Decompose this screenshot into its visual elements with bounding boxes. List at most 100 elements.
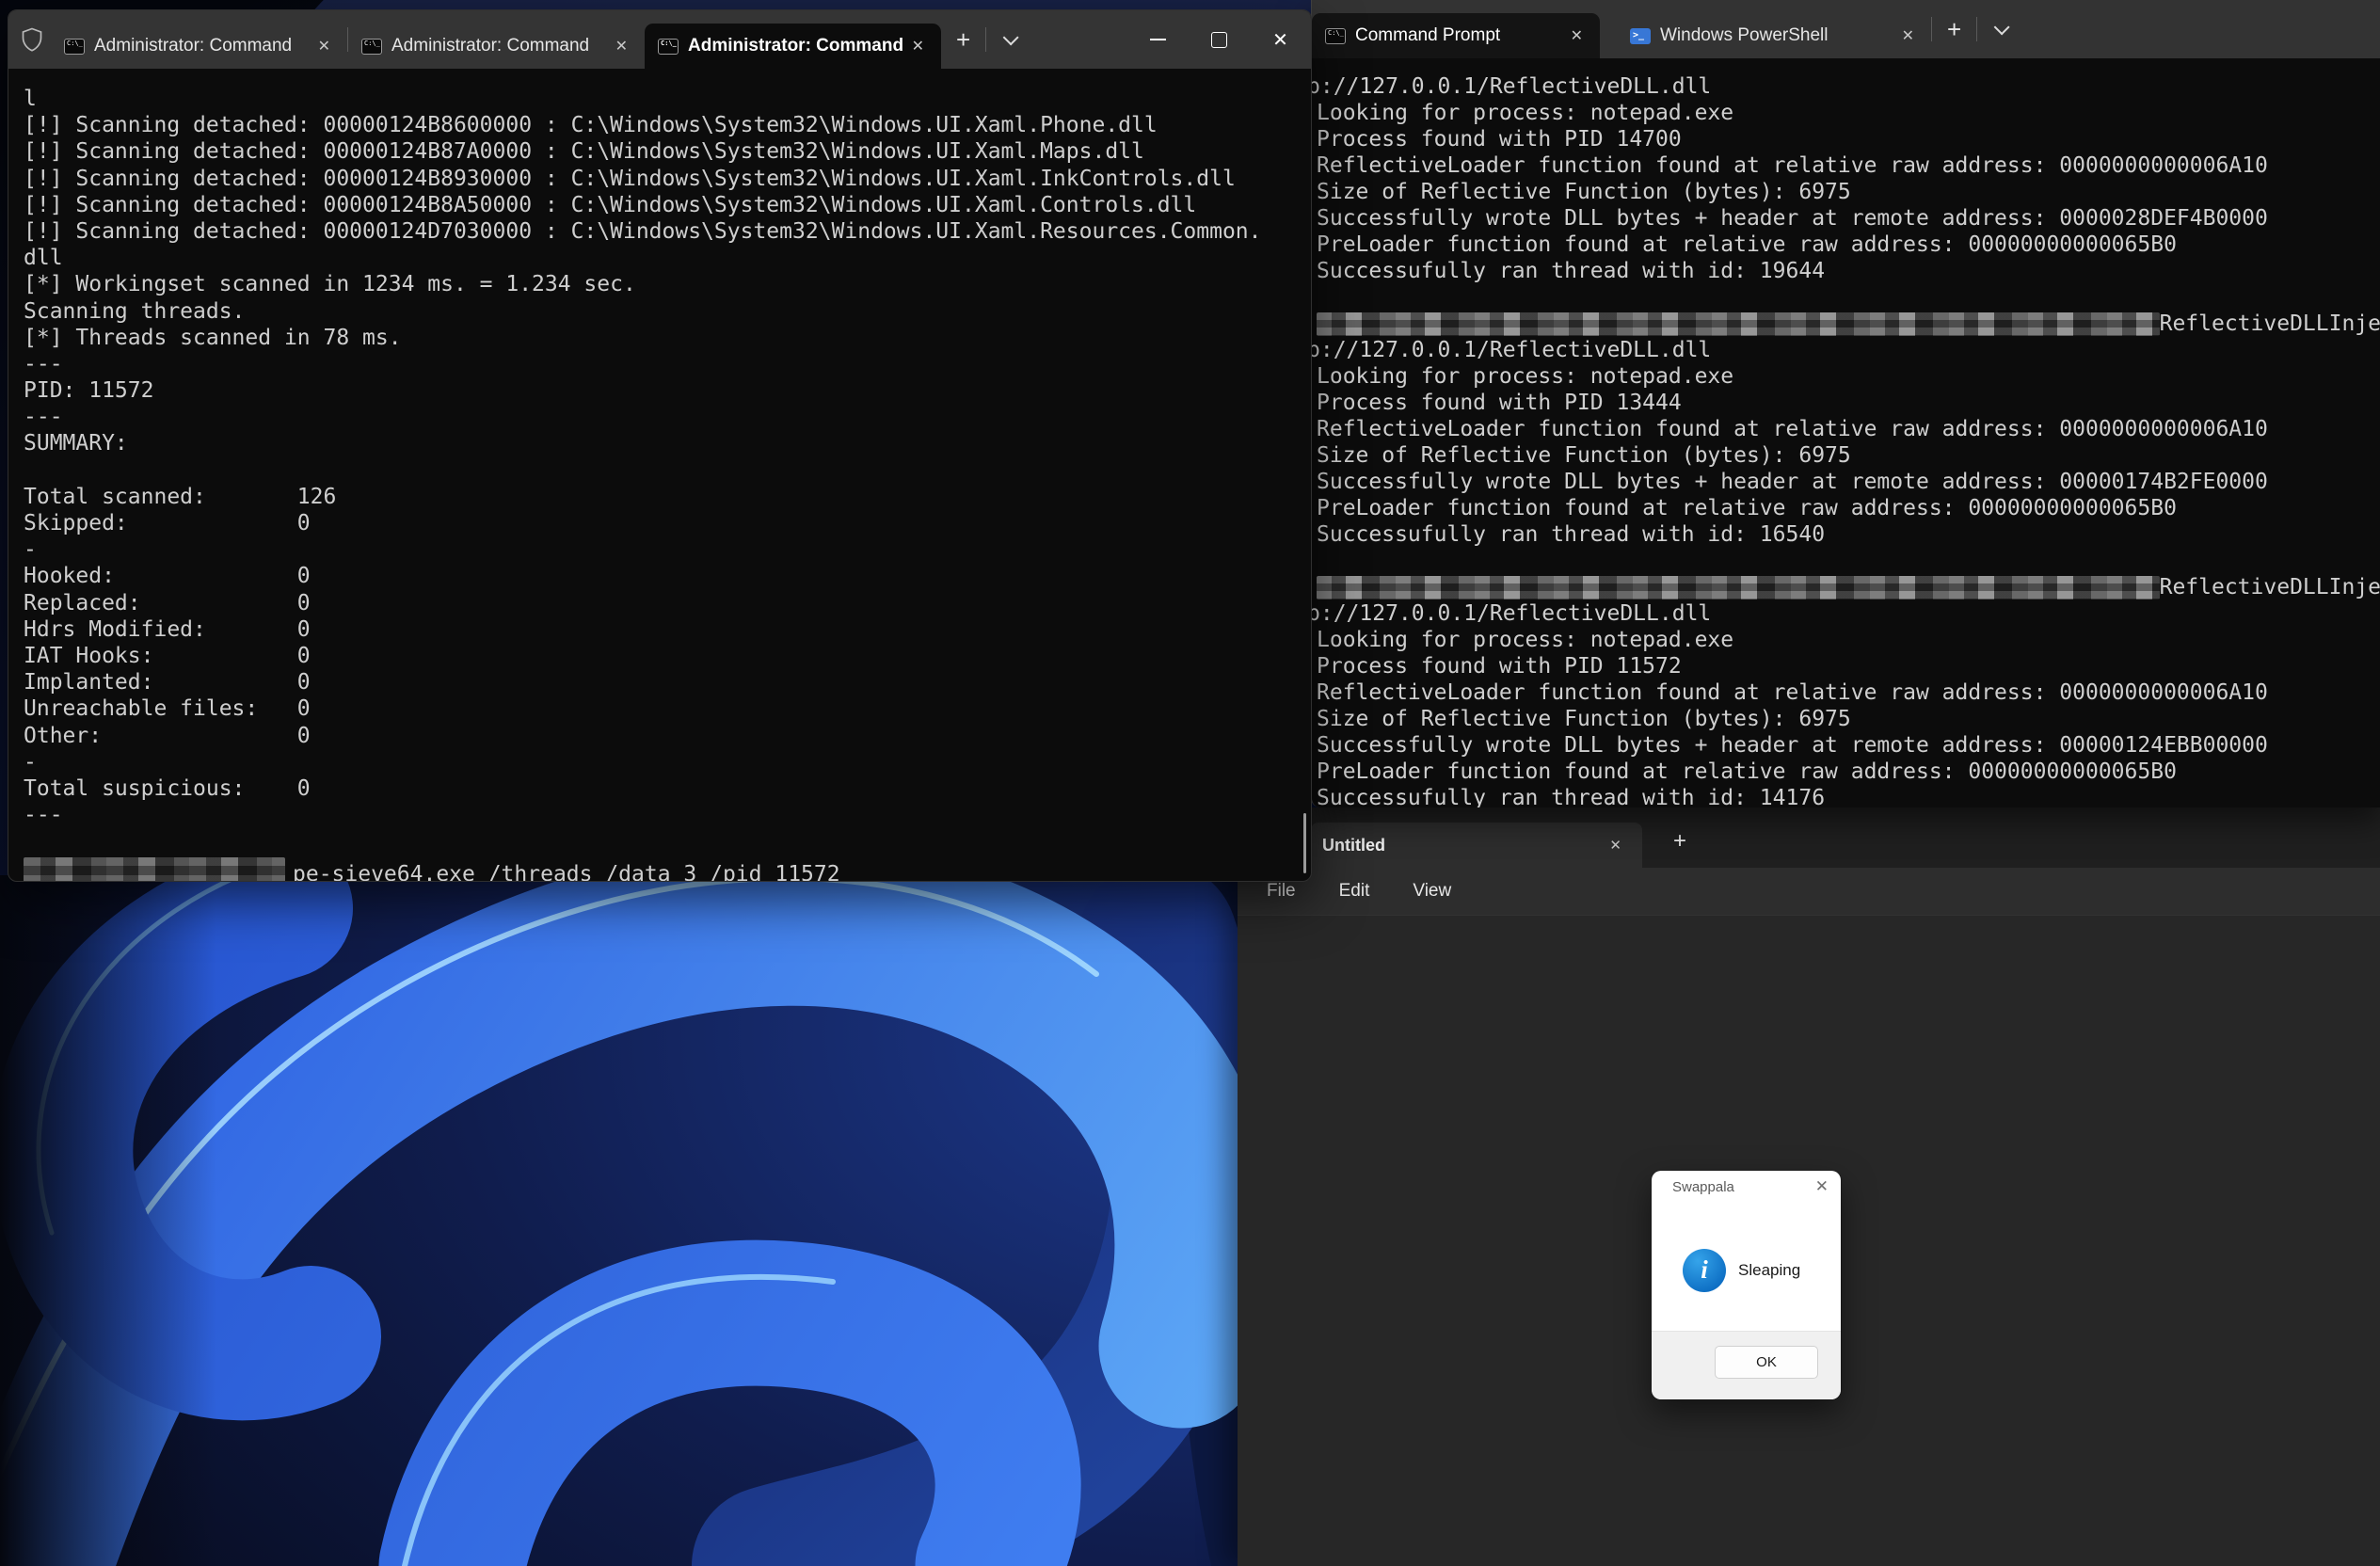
tab-admin-command-3[interactable]: C:\_ Administrator: Command ✕ — [645, 24, 941, 69]
terminal-line-right: ReflectiveDLLInje — [2159, 575, 2380, 599]
desktop: Untitled ✕ + File Edit View C:\_ Command… — [0, 0, 2380, 1566]
terminal-line: [!] Scanning detached: 00000124D7030000 … — [24, 218, 1262, 244]
terminal-line: l — [24, 87, 37, 111]
menu-file[interactable]: File — [1267, 881, 1296, 902]
cmd-icon: C:\_ — [1325, 27, 1346, 44]
terminal-line: Successfully wrote DLL bytes + header at… — [1317, 733, 2268, 758]
terminal-line: Process found with PID 14700 — [1317, 127, 1682, 152]
terminal-line: Skipped: 0 — [24, 511, 311, 535]
terminal-line: Total scanned: 126 — [24, 484, 337, 509]
maximize-button[interactable] — [1189, 10, 1250, 69]
cmd-icon: C:\_ — [361, 38, 382, 55]
left-terminal-window: C:\_ Administrator: Command ✕ C:\_ Admin… — [8, 9, 1312, 882]
tab-label: Administrator: Command — [94, 36, 293, 56]
terminal-line: Successfully wrote DLL bytes + header at… — [1317, 470, 2268, 494]
ok-button[interactable]: OK — [1715, 1346, 1818, 1379]
tab-close-icon[interactable]: ✕ — [1894, 24, 1922, 47]
terminal-line: --- — [24, 351, 63, 376]
dialog-footer: OK — [1652, 1331, 1841, 1399]
minimize-icon — [1150, 39, 1166, 40]
notepad-tab-untitled[interactable]: Untitled ✕ — [1311, 823, 1642, 868]
close-button[interactable]: ✕ — [1250, 10, 1311, 69]
terminal-line: PID: 11572 — [24, 378, 154, 404]
terminal-line: Looking for process: notepad.exe — [1317, 364, 1734, 389]
terminal-scrollbar[interactable] — [1303, 813, 1306, 873]
terminal-line: PreLoader function found at relative raw… — [1317, 759, 2177, 784]
terminal-line: Looking for process: notepad.exe — [1317, 628, 1734, 652]
terminal-line: dll — [24, 246, 63, 271]
dialog-close-icon[interactable]: ✕ — [1815, 1177, 1829, 1196]
left-terminal-output[interactable]: l [!] Scanning detached: 00000124B8600000… — [8, 69, 1311, 881]
menu-edit[interactable]: Edit — [1339, 881, 1370, 902]
chevron-down-icon[interactable] — [1993, 19, 2010, 36]
info-icon: i — [1683, 1249, 1726, 1292]
terminal-prompt-line: pe-sieve64.exe /threads /data 3 /pid 115… — [24, 856, 1311, 881]
right-terminal-tab-bar: C:\_ Command Prompt ✕ >_ Windows PowerSh… — [1312, 0, 2380, 58]
tab-close-icon[interactable]: ✕ — [1602, 835, 1629, 855]
admin-shield-icon — [22, 27, 42, 52]
notepad-new-tab-button[interactable]: + — [1663, 828, 1697, 855]
terminal-line: [*] Threads scanned in 78 ms. — [24, 325, 402, 350]
dialog-title-bar[interactable]: Swappala ✕ — [1652, 1171, 1841, 1206]
menu-view[interactable]: View — [1413, 881, 1451, 902]
terminal-line: ReflectiveLoader function found at relat… — [1317, 153, 2268, 178]
terminal-line: [!] Scanning detached: 00000124B8600000 … — [24, 113, 1158, 138]
terminal-line-right: ReflectiveDLLInje — [2159, 312, 2380, 336]
tab-windows-powershell[interactable]: >_ Windows PowerShell ✕ — [1617, 13, 1931, 58]
terminal-line: Size of Reflective Function (bytes): 697… — [1317, 443, 1851, 468]
redacted-blur — [1317, 312, 2160, 336]
notepad-tab-bar: Untitled ✕ + — [1238, 807, 2380, 868]
terminal-line: Process found with PID 13444 — [1317, 391, 1682, 415]
terminal-line: p://127.0.0.1/ReflectiveDLL.dll — [1312, 601, 1712, 626]
terminal-line: SUMMARY: — [24, 431, 128, 456]
tab-admin-command-1[interactable]: C:\_ Administrator: Command ✕ — [51, 24, 347, 69]
terminal-line: Size of Reflective Function (bytes): 697… — [1317, 707, 1851, 731]
terminal-line: ReflectiveDLLInje — [1317, 574, 2380, 600]
terminal-line: ReflectiveLoader function found at relat… — [1317, 680, 2268, 705]
right-terminal-window: C:\_ Command Prompt ✕ >_ Windows PowerSh… — [1311, 0, 2380, 807]
terminal-line: Scanning threads. — [24, 298, 246, 324]
terminal-line: Hdrs Modified: 0 — [24, 616, 311, 642]
cmd-icon: C:\_ — [658, 38, 679, 55]
terminal-line: Hooked: 0 — [24, 564, 311, 589]
tab-close-icon[interactable]: ✕ — [311, 35, 338, 57]
minimize-button[interactable] — [1127, 10, 1189, 69]
terminal-line: Successufully ran thread with id: 16540 — [1317, 522, 1826, 547]
new-tab-button[interactable]: + — [941, 27, 985, 52]
cmd-icon: C:\_ — [64, 38, 85, 55]
terminal-line: --- — [24, 803, 63, 828]
tab-label: Windows PowerShell — [1660, 25, 1829, 45]
tab-command-prompt[interactable]: C:\_ Command Prompt ✕ — [1312, 13, 1600, 58]
redacted-path-blur — [24, 857, 285, 881]
dialog-message: Sleaping — [1738, 1261, 1801, 1279]
terminal-line: [*] Workingset scanned in 1234 ms. = 1.2… — [24, 272, 636, 297]
tab-divider — [1976, 17, 1978, 41]
left-terminal-tab-bar: C:\_ Administrator: Command ✕ C:\_ Admin… — [8, 10, 1311, 69]
new-tab-button[interactable]: + — [1932, 17, 1976, 41]
terminal-line: Looking for process: notepad.exe — [1317, 101, 1734, 125]
tab-label: Administrator: Command — [688, 36, 904, 56]
tab-admin-command-2[interactable]: C:\_ Administrator: Command ✕ — [348, 24, 645, 69]
powershell-icon: >_ — [1630, 27, 1651, 44]
tab-divider — [985, 27, 987, 52]
tab-close-icon[interactable]: ✕ — [1563, 24, 1590, 47]
tab-close-icon[interactable]: ✕ — [904, 35, 932, 57]
chevron-down-icon[interactable] — [1002, 29, 1019, 46]
right-terminal-output[interactable]: p://127.0.0.1/ReflectiveDLL.dll Looking f… — [1312, 58, 2380, 807]
terminal-line: PreLoader function found at relative raw… — [1317, 232, 2177, 257]
terminal-line: [!] Scanning detached: 00000124B8930000 … — [24, 166, 1236, 191]
terminal-line: PreLoader function found at relative raw… — [1317, 496, 2177, 520]
terminal-line: [!] Scanning detached: 00000124B87A0000 … — [24, 139, 1144, 165]
terminal-line: [!] Scanning detached: 00000124B8A50000 … — [24, 192, 1197, 217]
tab-label: Command Prompt — [1355, 25, 1501, 45]
tab-close-icon[interactable]: ✕ — [608, 35, 635, 57]
terminal-line: Size of Reflective Function (bytes): 697… — [1317, 180, 1851, 204]
terminal-line: Replaced: 0 — [24, 590, 311, 615]
terminal-line: - — [24, 537, 37, 563]
terminal-line: --- — [24, 405, 63, 430]
window-caption-buttons: ✕ — [1127, 10, 1311, 69]
terminal-line: Successufully ran thread with id: 14176 — [1317, 786, 1826, 807]
